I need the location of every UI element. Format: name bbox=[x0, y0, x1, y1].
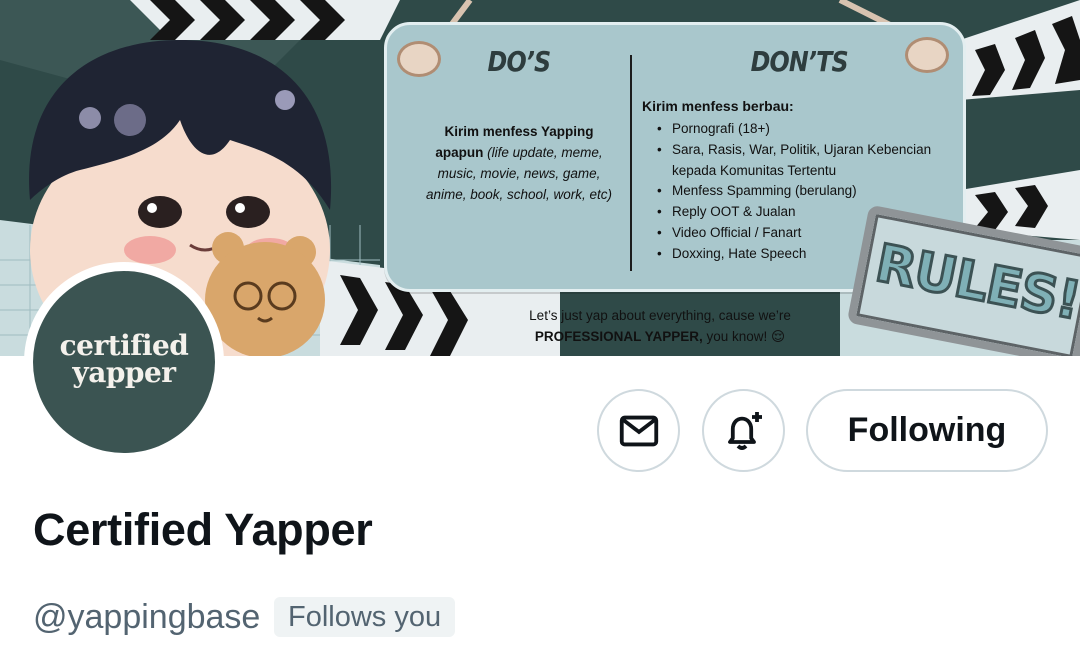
profile-handle: @yappingbase bbox=[33, 598, 261, 636]
donts-item: Sara, Rasis, War, Politik, Ujaran Kebenc… bbox=[655, 140, 970, 182]
avatar[interactable]: certified yapper bbox=[33, 271, 215, 453]
follows-you-badge: Follows you bbox=[274, 597, 456, 637]
donts-title: Kirim menfess berbau: bbox=[642, 98, 794, 114]
following-button[interactable]: Following bbox=[806, 389, 1048, 472]
rope-knot-icon bbox=[397, 41, 441, 77]
rope-knot-icon bbox=[905, 37, 949, 73]
banner-tagline: Let’s just yap about everything, cause w… bbox=[480, 305, 840, 347]
tagline-rest: you know! 😌 bbox=[706, 329, 786, 344]
teddy-bear bbox=[205, 232, 325, 356]
envelope-icon bbox=[619, 415, 658, 446]
tagline-line1: Let’s just yap about everything, cause w… bbox=[529, 308, 791, 323]
profile-display-name: Certified Yapper bbox=[33, 504, 373, 555]
donts-item: Pornografi (18+) bbox=[655, 119, 970, 140]
donts-heading: DON’TS bbox=[750, 45, 849, 78]
donts-item: Menfess Spamming (berulang) bbox=[655, 181, 970, 202]
rules-sign-text: RULES! bbox=[869, 232, 1080, 333]
notifications-button[interactable] bbox=[702, 389, 785, 472]
bell-plus-icon bbox=[727, 411, 762, 450]
avatar-text-line2: yapper bbox=[72, 356, 176, 389]
dos-text: Kirim menfess Yapping apapun (life updat… bbox=[421, 121, 617, 205]
dos-heading: DO’S bbox=[487, 45, 552, 78]
message-button[interactable] bbox=[597, 389, 680, 472]
board-divider bbox=[630, 55, 632, 271]
avatar-text-line1: certified bbox=[59, 329, 189, 362]
tagline-bold: PROFESSIONAL YAPPER, bbox=[534, 329, 703, 344]
tagline-line2: PROFESSIONAL YAPPER, you know! 😌 bbox=[480, 326, 840, 347]
